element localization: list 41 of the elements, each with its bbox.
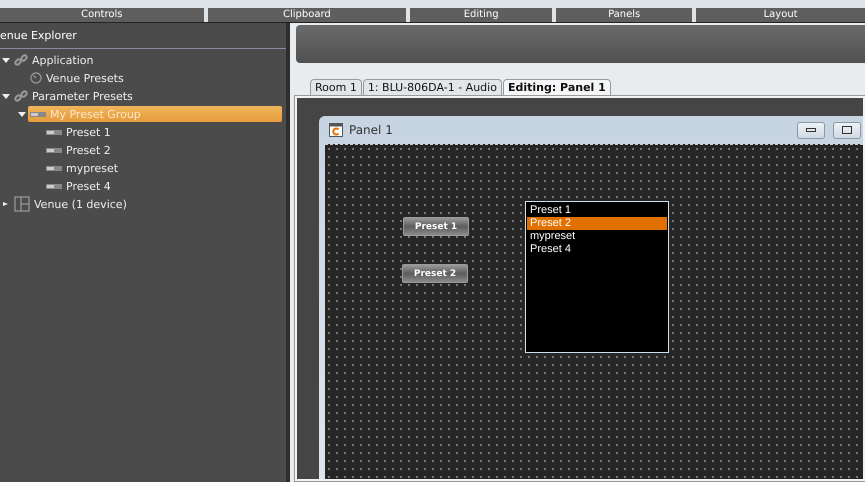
ribbon-group-label: Panels: [556, 8, 692, 22]
tree-item[interactable]: Venue Presets: [28, 70, 126, 86]
slider-bar-icon: [30, 112, 46, 116]
minimize-icon: [806, 128, 816, 132]
window-title: Panel 1: [349, 123, 394, 137]
slider-bar-icon: [46, 166, 62, 170]
maximize-button[interactable]: [833, 122, 861, 138]
ribbon-group-label: Layout: [696, 8, 865, 22]
slider-bar-icon: [46, 130, 62, 134]
document-tab[interactable]: Room 1: [310, 79, 362, 95]
tree-item[interactable]: mypreset: [44, 160, 120, 176]
app-logo-icon: [329, 123, 343, 137]
tree-item[interactable]: Venue (1 device): [12, 196, 129, 212]
list-item[interactable]: Preset 4: [527, 243, 667, 256]
tree-item[interactable]: Parameter Presets: [12, 88, 135, 104]
collapsed-arrow-icon[interactable]: [2, 200, 10, 208]
expanded-arrow-icon[interactable]: [18, 110, 26, 118]
preset-button[interactable]: Preset 2: [402, 264, 468, 283]
chain-link-icon: [14, 53, 28, 67]
expanded-arrow-icon[interactable]: [2, 92, 10, 100]
slider-bar-icon: [46, 148, 62, 152]
list-item[interactable]: Preset 1: [527, 204, 667, 217]
preset-list[interactable]: Preset 1 Preset 2 mypreset Preset 4: [525, 201, 669, 353]
layout-icon: [14, 196, 30, 212]
list-item[interactable]: mypreset: [527, 230, 667, 243]
document-tab[interactable]: Editing: Panel 1: [502, 79, 611, 95]
expanded-arrow-icon[interactable]: [2, 56, 10, 64]
ribbon-group-label: Controls: [0, 8, 204, 22]
document-tab[interactable]: 1: BLU-806DA-1 - Audio: [362, 79, 502, 95]
ribbon-group-label: Clipboard: [208, 8, 406, 22]
slider-bar-icon: [46, 184, 62, 188]
clock-icon: [30, 72, 42, 84]
ribbon-group-label: Editing: [410, 8, 552, 22]
tree-item[interactable]: Preset 4: [44, 178, 113, 194]
preset-button[interactable]: Preset 1: [403, 217, 469, 236]
chain-link-icon: [14, 89, 28, 103]
tree-item[interactable]: Preset 2: [44, 142, 113, 158]
tree-item[interactable]: Preset 1: [44, 124, 113, 140]
tree-item[interactable]: Application: [12, 52, 96, 68]
minimize-button[interactable]: [797, 122, 825, 138]
maximize-icon: [842, 126, 852, 134]
